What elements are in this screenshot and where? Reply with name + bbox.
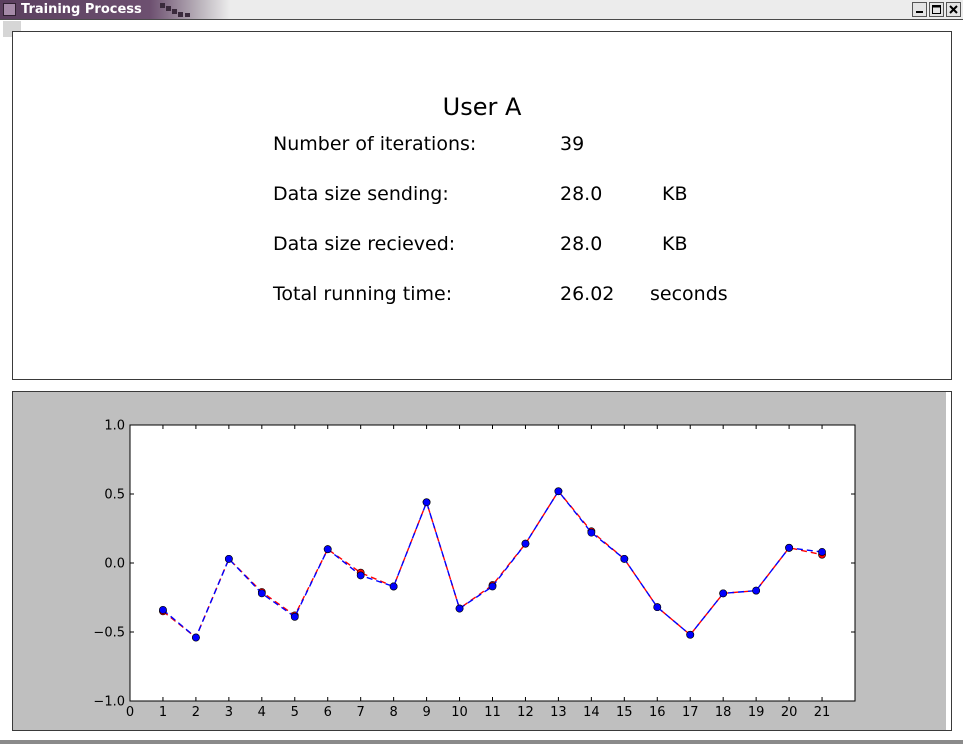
x-tick-label: 21 — [814, 705, 831, 720]
maximize-icon — [932, 5, 941, 14]
x-tick-label: 10 — [451, 705, 468, 720]
series-2-point — [257, 589, 266, 598]
series-2-point — [488, 582, 497, 591]
series-2-point — [587, 528, 596, 537]
x-tick-label: 3 — [225, 705, 233, 720]
series-2-point — [389, 582, 398, 591]
x-tick-label: 14 — [583, 705, 600, 720]
series-2-point — [224, 554, 233, 563]
x-tick-label: 20 — [781, 705, 798, 720]
iterations-label: Number of iterations: — [273, 133, 477, 155]
x-tick-label: 15 — [616, 705, 633, 720]
y-tick-label: 0.5 — [104, 488, 125, 503]
x-tick-label: 11 — [484, 705, 501, 720]
plot-area — [129, 424, 856, 702]
series-2-point — [785, 543, 793, 552]
series-2-point — [620, 554, 629, 563]
series-2-point — [290, 612, 299, 621]
series-2-point — [455, 604, 464, 613]
iterations-value: 39 — [560, 133, 585, 155]
window-bottom-border — [0, 740, 963, 744]
x-tick-label: 18 — [715, 705, 732, 720]
minimize-icon — [916, 11, 923, 13]
window-menu-icon[interactable] — [3, 3, 16, 16]
x-tick-label: 0 — [126, 705, 134, 720]
sending-unit: KB — [662, 183, 688, 205]
series-2-point — [719, 589, 728, 598]
running-time-value: 26.02 — [560, 283, 615, 305]
running-time-label: Total running time: — [273, 283, 453, 305]
series-2-point — [159, 606, 167, 614]
series-2-point — [521, 539, 530, 548]
plot-panel: 0 1 2 3 4 5 6 7 8 9 10 11 12 13 14 15 16 17 18 19 20 21 1.0 0.5… — [12, 391, 952, 731]
sending-value: 28.0 — [560, 183, 603, 205]
info-panel: User A Number of iterations: 39 Data siz… — [12, 31, 952, 380]
x-tick-label: 9 — [422, 705, 430, 720]
x-tick-label: 6 — [324, 705, 332, 720]
plot-panel-edge — [946, 392, 951, 730]
y-tick-label: −0.5 — [93, 626, 125, 641]
x-tick-label: 2 — [192, 705, 200, 720]
series-2-point — [323, 545, 332, 554]
series-2-point — [752, 586, 761, 595]
x-tick-label: 13 — [550, 705, 567, 720]
received-unit: KB — [662, 233, 688, 255]
x-tick-label: 16 — [649, 705, 666, 720]
series-2-point — [818, 548, 826, 556]
titlebar-decoration — [160, 3, 190, 17]
series-2-point — [192, 633, 200, 642]
x-tick-label: 19 — [748, 705, 765, 720]
user-title: User A — [442, 93, 522, 121]
x-tick-label: 12 — [517, 705, 534, 720]
title-bar[interactable]: Training Process — [0, 0, 963, 20]
received-value: 28.0 — [560, 233, 603, 255]
x-tick-label: 17 — [682, 705, 699, 720]
x-tick-label: 5 — [291, 705, 299, 720]
minimize-button[interactable] — [912, 2, 927, 17]
sending-label: Data size sending: — [273, 183, 449, 205]
y-tick-label: 1.0 — [104, 419, 125, 434]
x-tick-label: 7 — [357, 705, 365, 720]
x-tick-label: 1 — [159, 705, 167, 720]
close-icon — [949, 5, 958, 14]
window-title: Training Process — [21, 2, 142, 17]
close-button[interactable] — [946, 2, 961, 17]
series-2-point — [356, 571, 365, 580]
series-2-point — [422, 498, 431, 507]
received-label: Data size recieved: — [273, 233, 456, 255]
x-tick-label: 4 — [258, 705, 266, 720]
running-time-unit: seconds — [650, 283, 728, 305]
series-2-point — [653, 603, 662, 612]
y-tick-label: 0.0 — [104, 557, 125, 572]
line-chart: 0 1 2 3 4 5 6 7 8 9 10 11 12 13 14 15 16 17 18 19 20 211.00.5… — [93, 419, 856, 720]
maximize-button[interactable] — [929, 2, 944, 17]
series-2-point — [686, 630, 695, 639]
y-tick-label: −1.0 — [93, 695, 125, 710]
series-2-point — [554, 487, 563, 496]
x-tick-label: 8 — [389, 705, 397, 720]
